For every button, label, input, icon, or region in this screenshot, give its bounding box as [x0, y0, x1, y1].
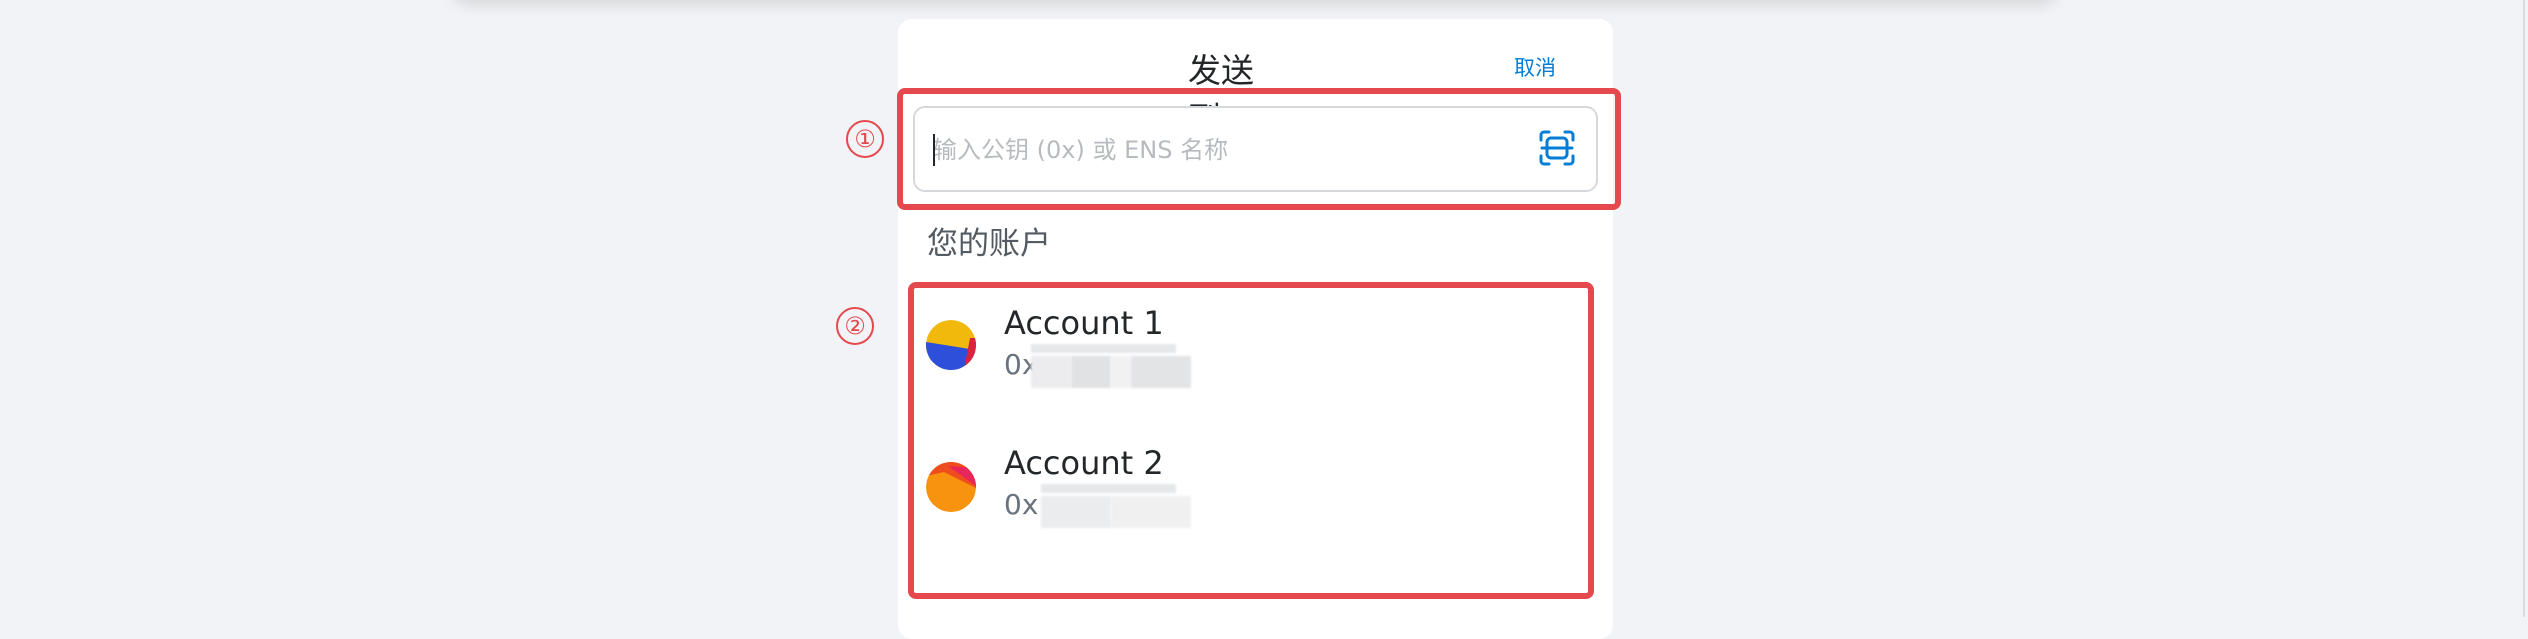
cancel-button[interactable]: 取消: [1514, 52, 1556, 82]
window-edge: [2523, 0, 2525, 617]
your-accounts-heading: 您的账户: [927, 226, 1051, 262]
annotation-marker-1: ①: [846, 120, 884, 158]
highlight-box-2: [908, 282, 1594, 599]
highlight-box-1: [897, 88, 1621, 210]
annotation-marker-2: ②: [836, 307, 874, 345]
